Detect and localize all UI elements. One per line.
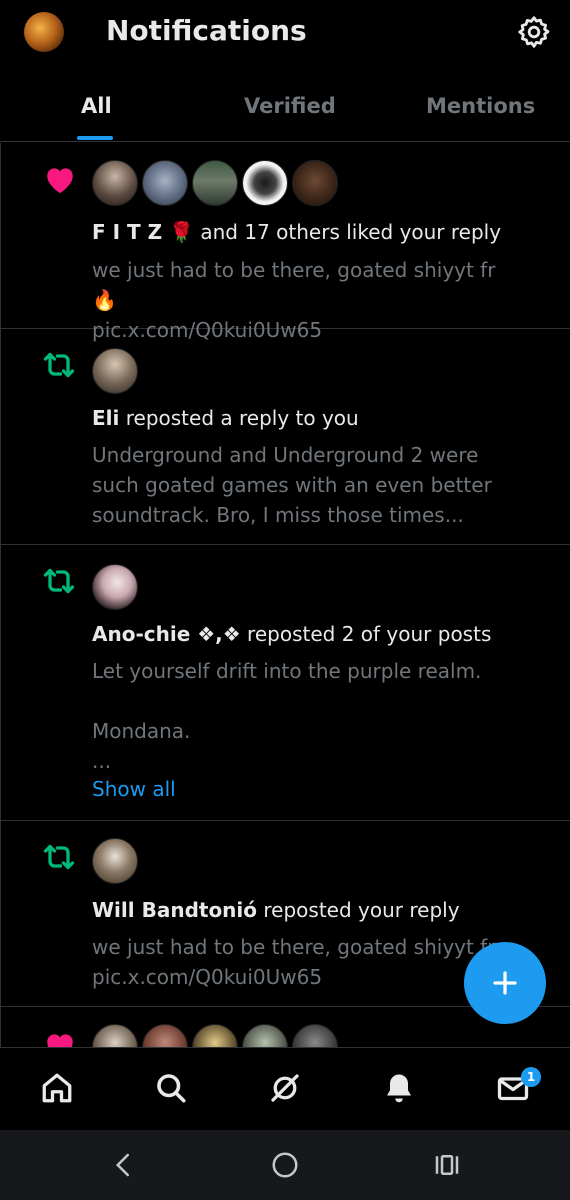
actor-avatars (92, 348, 142, 394)
system-navigation-bar (0, 1130, 570, 1200)
avatar[interactable] (192, 1024, 238, 1047)
notification-action: reposted 2 of your posts (240, 622, 492, 646)
actor-name[interactable]: Ano-chie ❖,❖ (92, 622, 241, 646)
plus-icon (493, 971, 517, 995)
profile-avatar[interactable] (24, 12, 64, 52)
avatar[interactable] (92, 348, 138, 394)
actor-name[interactable]: F I T Z 🌹 (92, 220, 194, 244)
notification-action: and 17 others liked your reply (194, 220, 502, 244)
actor-name[interactable]: Eli (92, 406, 119, 430)
avatar[interactable] (92, 160, 138, 206)
notification-body[interactable]: Let yourself drift into the purple realm… (92, 656, 512, 776)
notification-title: F I T Z 🌹 and 17 others liked your reply (92, 220, 501, 244)
actor-avatars (92, 564, 142, 610)
liker-avatars (92, 1024, 342, 1047)
messages-badge: 1 (521, 1067, 541, 1087)
active-tab-indicator (77, 136, 113, 140)
notification-item[interactable]: Ano-chie ❖,❖ reposted 2 of your posts Le… (1, 545, 570, 821)
avatar[interactable] (292, 1024, 338, 1047)
notification-item[interactable]: Eli reposted a reply to you Underground … (1, 329, 570, 545)
notification-title: Ano-chie ❖,❖ reposted 2 of your posts (92, 622, 491, 646)
repost-icon (41, 565, 77, 601)
actor-avatars (92, 838, 142, 884)
home-icon[interactable] (39, 1070, 75, 1106)
search-icon[interactable] (153, 1070, 189, 1106)
avatar[interactable] (242, 1024, 288, 1047)
notification-body[interactable]: Underground and Underground 2 were such … (92, 440, 512, 530)
compose-post-button[interactable] (464, 942, 546, 1024)
repost-icon (41, 841, 77, 877)
tab-all[interactable]: All (81, 94, 112, 118)
grok-icon[interactable] (267, 1070, 303, 1106)
recent-apps-icon[interactable] (432, 1150, 462, 1180)
avatar[interactable] (92, 838, 138, 884)
avatar[interactable] (142, 160, 188, 206)
heart-icon (43, 1029, 77, 1047)
notification-body[interactable]: we just had to be there, goated shiyyt f… (92, 932, 512, 992)
notifications-feed[interactable]: F I T Z 🌹 and 17 others liked your reply… (0, 143, 570, 1047)
bottom-navigation (0, 1047, 570, 1130)
notification-tabs: All Verified Mentions (0, 80, 570, 142)
repost-icon (41, 349, 77, 385)
tab-verified[interactable]: Verified (244, 94, 336, 118)
avatar[interactable] (192, 160, 238, 206)
avatar[interactable] (92, 564, 138, 610)
actor-name[interactable]: Will Bandtonió (92, 898, 257, 922)
notification-action: reposted your reply (257, 898, 460, 922)
avatar[interactable] (292, 160, 338, 206)
home-circle-icon[interactable] (270, 1150, 300, 1180)
notification-title: Will Bandtonió reposted your reply (92, 898, 460, 922)
header: Notifications (0, 0, 570, 65)
avatar[interactable] (142, 1024, 188, 1047)
settings-gear-icon[interactable] (516, 14, 552, 50)
notification-action: reposted a reply to you (119, 406, 359, 430)
show-all-link[interactable]: Show all (92, 777, 176, 801)
notification-title: Eli reposted a reply to you (92, 406, 359, 430)
back-icon[interactable] (109, 1150, 139, 1180)
page-title: Notifications (106, 14, 307, 47)
tab-mentions[interactable]: Mentions (426, 94, 535, 118)
heart-icon (43, 163, 77, 199)
liker-avatars (92, 160, 342, 206)
notifications-bell-icon[interactable] (381, 1070, 417, 1106)
avatar[interactable] (92, 1024, 138, 1047)
avatar[interactable] (242, 160, 288, 206)
notification-item[interactable]: F I T Z 🌹 and 17 others liked your reply… (1, 143, 570, 342)
